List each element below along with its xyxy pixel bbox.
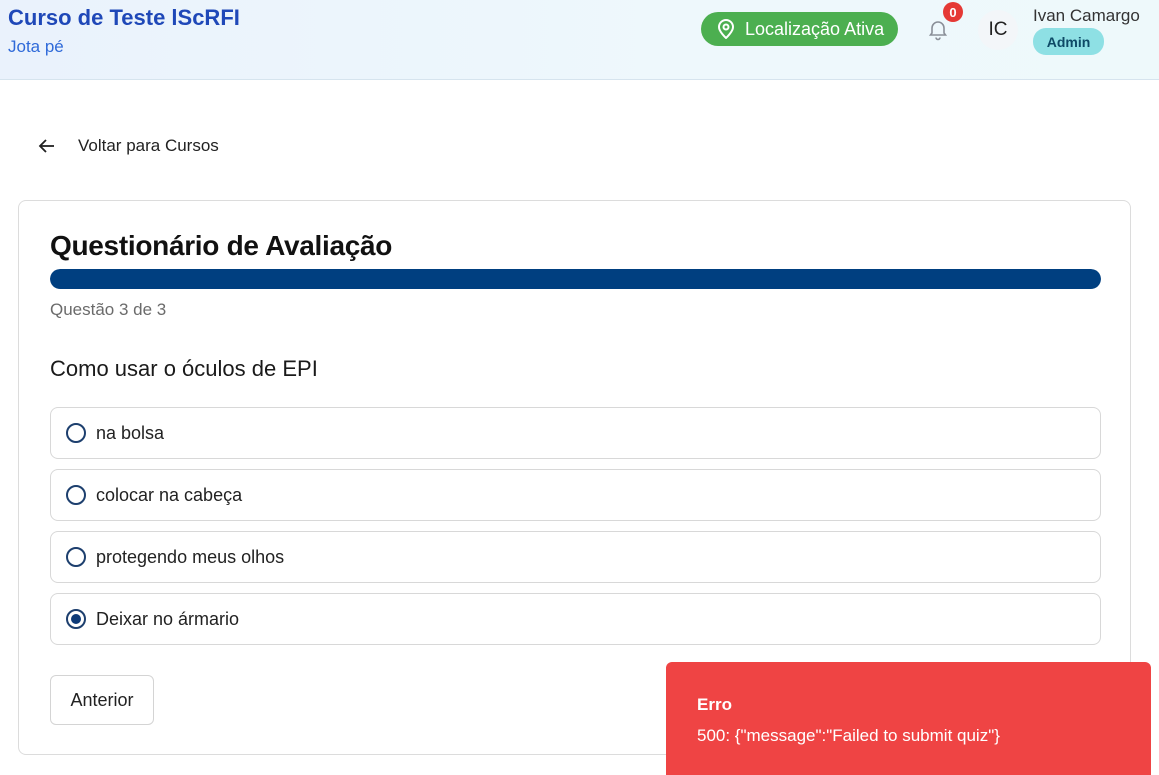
course-title: Curso de Teste lScRFI [8,5,240,30]
course-subtitle: Jota pé [8,37,64,56]
answer-option[interactable]: Deixar no ármario [50,593,1101,645]
answer-option-label: Deixar no ármario [96,608,240,629]
answer-option[interactable]: protegendo meus olhos [50,531,1101,583]
radio-button[interactable] [66,485,86,505]
answer-option-label: colocar na cabeça [96,484,243,505]
radio-button[interactable] [66,547,86,567]
user-name: Ivan Camargo [1033,6,1140,25]
location-label: Localização Ativa [745,18,885,39]
arrow-left-icon [38,139,54,153]
toast-message: 500: {"message":"Failed to submit quiz"} [697,726,1000,745]
progress-bar [50,269,1101,289]
quiz-title: Questionário de Avaliação [50,230,393,261]
back-to-courses-link[interactable]: Voltar para Cursos [38,133,219,159]
answer-option-label: protegendo meus olhos [96,546,285,567]
role-badge: Admin [1033,28,1104,55]
radio-button[interactable] [66,423,86,443]
map-pin-icon [717,19,735,39]
error-toast[interactable]: Erro 500: {"message":"Failed to submit q… [666,662,1151,775]
progress-label: Questão 3 de 3 [50,300,167,319]
progress-fill [50,269,1101,289]
previous-button[interactable]: Anterior [50,675,154,725]
avatar[interactable]: IC [978,10,1018,50]
answer-option[interactable]: na bolsa [50,407,1101,459]
question-text: Como usar o óculos de EPI [50,356,318,381]
answer-option-label: na bolsa [96,422,165,443]
radio-button[interactable] [66,609,86,629]
top-bar: Curso de Teste lScRFI Jota pé Localizaçã… [0,0,1159,80]
location-status-button[interactable]: Localização Ativa [701,12,898,46]
bell-icon[interactable] [926,17,950,41]
back-link-label: Voltar para Cursos [78,136,219,155]
answer-option[interactable]: colocar na cabeça [50,469,1101,521]
notification-count-badge: 0 [943,2,963,22]
toast-title: Erro [697,695,732,714]
